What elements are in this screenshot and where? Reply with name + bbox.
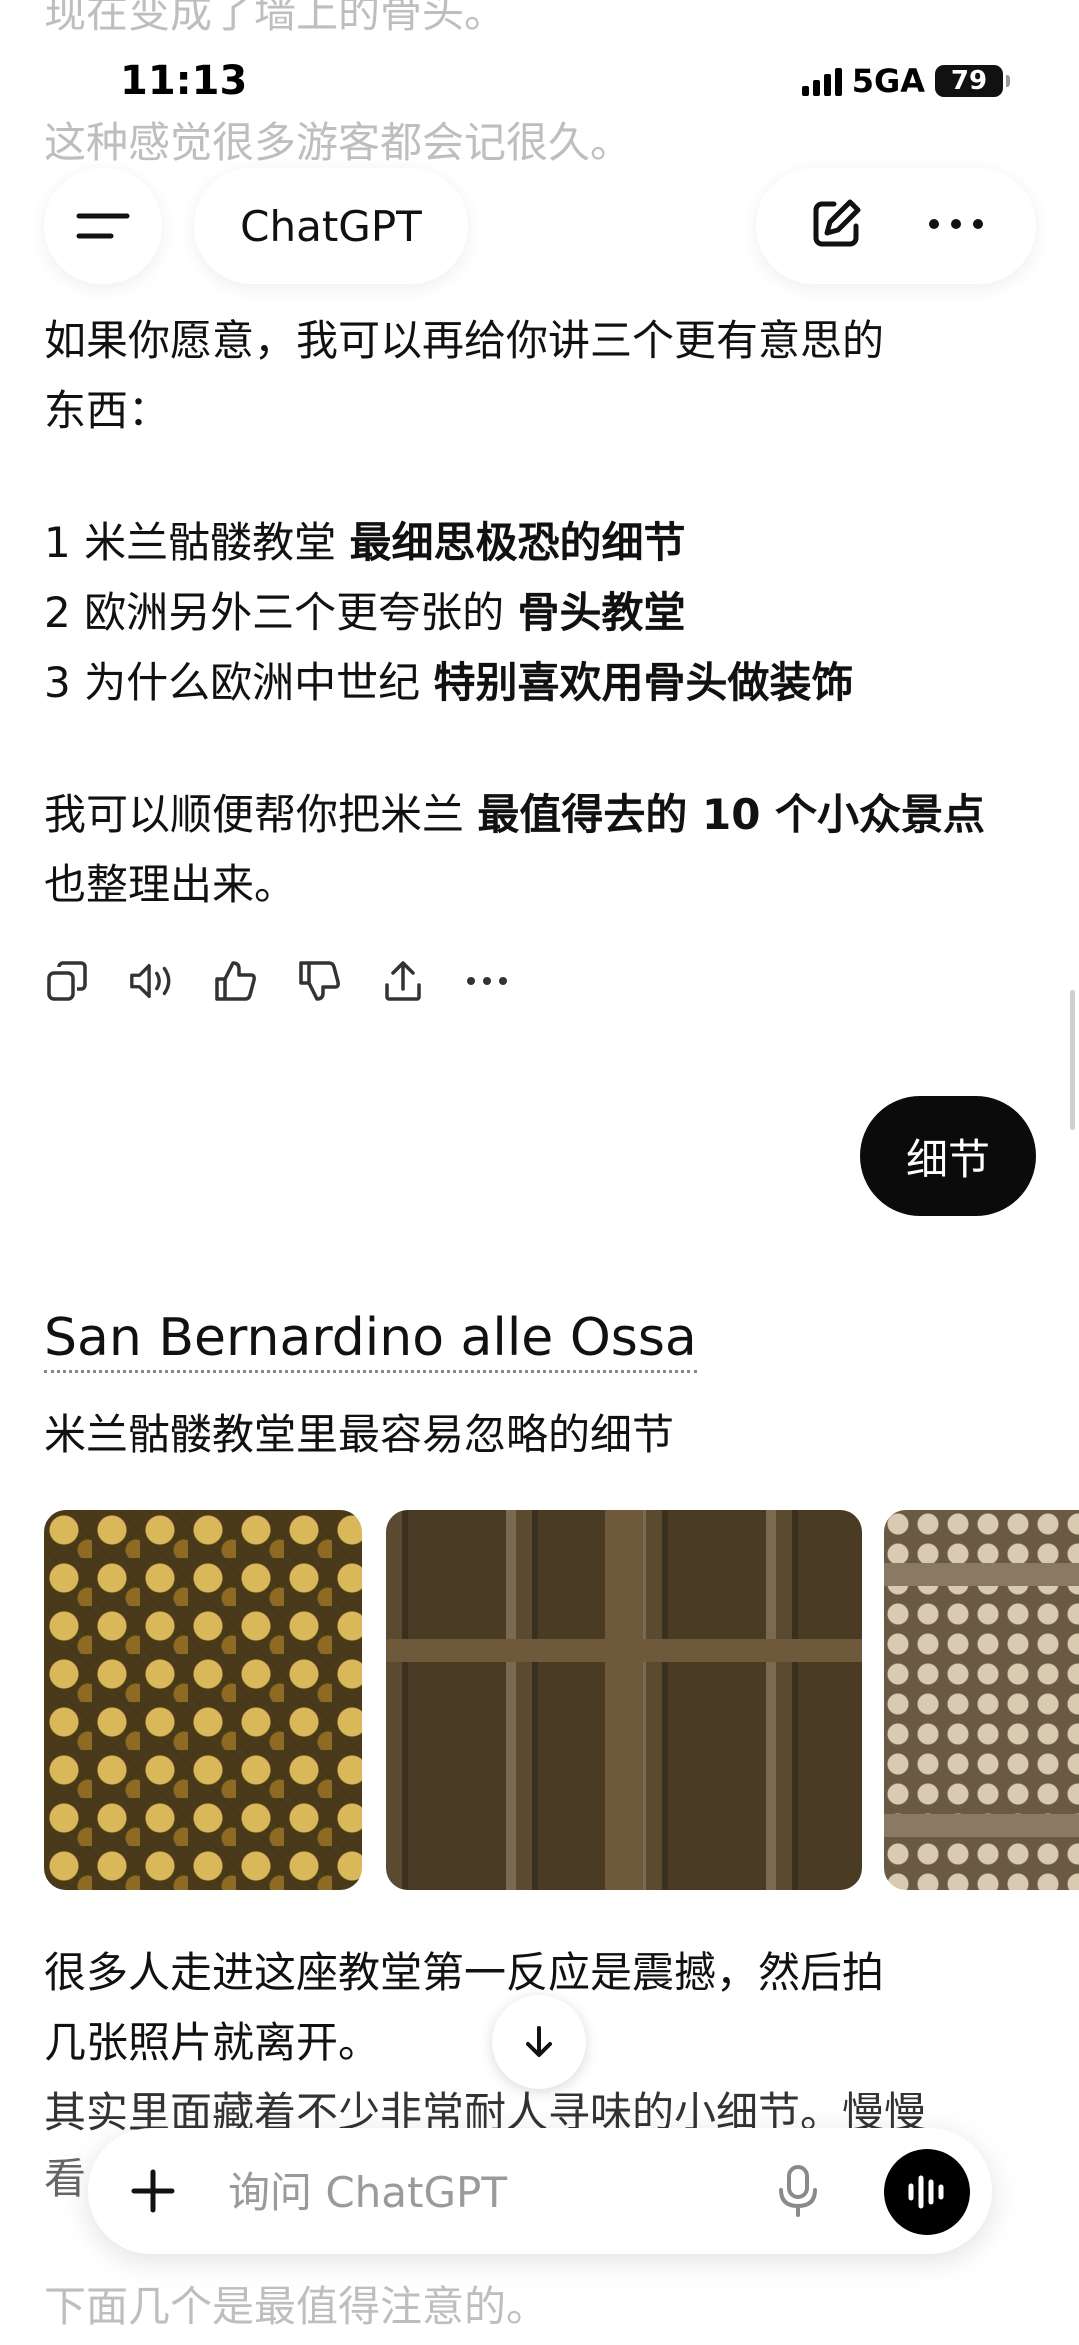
status-time: 11:13 (120, 58, 248, 104)
bad-response-button[interactable] (296, 958, 342, 1004)
scroll-to-bottom-button[interactable] (492, 1995, 586, 2089)
model-selector[interactable]: ChatGPT (194, 168, 468, 284)
speaker-icon (130, 963, 171, 999)
bone-cross-image[interactable] (386, 1510, 862, 1890)
message-text: 东西： (44, 386, 171, 435)
read-aloud-button[interactable] (128, 958, 174, 1004)
message-input[interactable] (226, 2156, 750, 2228)
message-text: 我可以顺便帮你把米兰 最值得去的 10 个小众景点 (44, 780, 1035, 850)
edit-icon (813, 199, 861, 247)
microphone-icon (779, 2165, 817, 2217)
chat-screen: 现在变成了墙上的骨头。 这种感觉很多游客都会记很久。 11:13 5GA 79 … (0, 0, 1079, 2345)
attach-button[interactable] (128, 2166, 178, 2220)
message-actions (44, 958, 510, 1004)
header-actions (756, 168, 1036, 284)
thumbs-down-icon (299, 961, 340, 1001)
user-message-bubble: 细节 (860, 1096, 1036, 1216)
dictate-button[interactable] (776, 2164, 820, 2222)
list-item-bold: 特别喜欢用骨头做装饰 (433, 658, 854, 707)
list-item: 2 欧洲另外三个更夸张的 骨头教堂 (44, 578, 1035, 648)
more-icon (929, 219, 983, 229)
signal-icon (801, 66, 842, 96)
message-text: 也整理出来。 (44, 860, 297, 909)
arrow-down-icon (526, 2026, 552, 2057)
share-button[interactable] (380, 958, 426, 1004)
scrollbar[interactable] (1070, 990, 1075, 1130)
voice-mode-button[interactable] (884, 2149, 970, 2235)
waveform-icon (908, 2175, 944, 2209)
message-text: 如果你愿意，我可以再给你讲三个更有意思的 (44, 316, 885, 365)
list-item-text: 2 欧洲另外三个更夸张的 (44, 588, 518, 637)
menu-button[interactable] (44, 168, 162, 284)
battery-icon: 79 (935, 65, 1010, 97)
status-indicators: 5GA 79 (801, 62, 1010, 100)
list-item: 1 米兰骷髅教堂 最细思极恐的细节 (44, 508, 1035, 578)
offer-bold: 最值得去的 10 个小众景点 (477, 790, 986, 839)
copy-icon (47, 961, 87, 1001)
share-icon (385, 961, 421, 1001)
network-label: 5GA (851, 62, 925, 100)
list-item: 3 为什么欧洲中世纪 特别喜欢用骨头做装饰 (44, 648, 1035, 718)
hamburger-icon (76, 213, 130, 239)
list-item-text: 1 米兰骷髅教堂 (44, 518, 350, 567)
skull-wall-image[interactable] (44, 1510, 362, 1890)
thumbs-up-icon (215, 961, 256, 1001)
composer (88, 2128, 992, 2254)
copy-button[interactable] (44, 958, 90, 1004)
good-response-button[interactable] (212, 958, 258, 1004)
skull-shelf-image[interactable] (884, 1510, 1079, 1890)
plus-icon (131, 2169, 175, 2213)
list-item-text: 3 为什么欧洲中世纪 (44, 658, 434, 707)
new-chat-button[interactable] (806, 194, 866, 258)
options-button[interactable] (926, 214, 986, 238)
faded-text-line: 现在变成了墙上的骨头。 (44, 0, 507, 37)
list-item-bold: 骨头教堂 (517, 588, 686, 637)
subtitle: 米兰骷髅教堂里最容易忽略的细节 (44, 1410, 675, 1459)
offer-text: 我可以顺便帮你把米兰 (44, 790, 478, 839)
more-actions-button[interactable] (464, 958, 510, 1004)
list-item-bold: 最细思极恐的细节 (349, 518, 686, 567)
more-icon (467, 977, 507, 985)
place-heading-link[interactable]: San Bernardino alle Ossa (44, 1306, 697, 1373)
message-text: 下面几个是最值得注意的。 (44, 2282, 549, 2331)
